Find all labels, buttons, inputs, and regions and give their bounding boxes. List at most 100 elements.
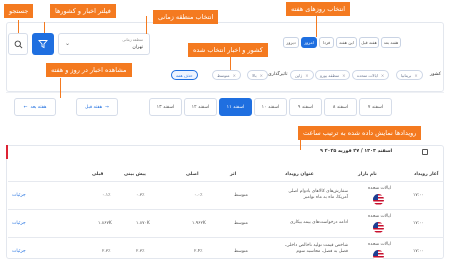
col-header-time: آغاز رویداد — [414, 172, 439, 177]
clear-all-button[interactable]: حذف همه — [171, 70, 198, 80]
event-market: ایالات متحده — [368, 186, 391, 191]
day-11-esfand[interactable]: ۱۱ اسفند — [219, 98, 252, 116]
callout-events-sorted: رویدادها نمایش داده شده به ترتیب ساعت — [298, 126, 422, 140]
importance-chip-medium[interactable]: متوسط × — [212, 70, 241, 80]
close-icon[interactable]: × — [381, 73, 384, 78]
table-row: ۱۷:۰۰ ایالات متحده سفارش‌های کالاهای باد… — [8, 181, 444, 209]
callout-search: جستجو — [4, 4, 34, 18]
us-flag-icon — [373, 194, 384, 205]
timezone-label: منطقه زمانی — [122, 37, 143, 42]
prev-week-label: هفته قبل — [85, 104, 103, 110]
search-button[interactable] — [8, 33, 28, 55]
col-header-title: عنوان رویداد — [285, 172, 314, 177]
chip-label: ژاپن — [295, 72, 303, 78]
callout-connector — [230, 56, 231, 70]
event-previous: ۱.۸۶۷K — [98, 221, 112, 226]
country-chip-eurozone[interactable]: منطقه یورو × — [315, 70, 351, 80]
event-impact: متوسط — [234, 193, 248, 198]
close-icon[interactable]: × — [305, 73, 308, 78]
col-header-impact: اثر — [230, 172, 237, 177]
event-market: ایالات متحده — [368, 242, 391, 247]
day-12-esfand[interactable]: ۱۲ اسفند — [184, 98, 217, 116]
col-header-forecast: پیش بینی — [124, 172, 146, 177]
chevron-down-icon: ⌄ — [65, 40, 71, 47]
close-icon[interactable]: × — [260, 73, 263, 78]
calendar-icon — [422, 149, 428, 155]
callout-connector — [18, 20, 19, 33]
table-row: ۱۷:۰۰ ایالات متحده شاخص قیمت تولید ناخال… — [8, 237, 444, 259]
details-link[interactable]: جزئیات — [12, 193, 26, 198]
country-filter-label: کشور — [430, 72, 441, 77]
event-title: شاخص قیمت تولید ناخالص داخلی، فصل به فصل… — [284, 243, 348, 254]
callout-connector — [316, 13, 317, 37]
chip-label: بالا — [252, 72, 257, 78]
event-actual: ۲.۴٪ — [194, 249, 203, 254]
next-week-label: هفته بعد — [30, 104, 47, 110]
callout-days-of-week: انتخاب روزهای هفته — [286, 2, 351, 16]
day-8-esfand[interactable]: ۸ اسفند — [324, 98, 357, 116]
event-impact: متوسط — [234, 221, 248, 226]
tab-yesterday[interactable]: دیروز — [283, 37, 299, 48]
day-7-esfand[interactable]: ۷ اسفند — [359, 98, 392, 116]
chip-label: حذف همه — [176, 72, 193, 78]
col-header-previous: قبلی — [92, 172, 104, 177]
event-title: ادامه درخواست‌های بیمه بیکاری — [290, 220, 348, 225]
tab-today[interactable]: امروز — [301, 37, 317, 48]
col-header-actual: اصلی — [186, 172, 199, 177]
next-week-button[interactable]: ← هفته بعد — [14, 98, 56, 116]
date-header: ۹ اسفند ۱۴۰۳ / ۲۷ فوریه ۲۰۲۵ — [320, 149, 393, 154]
details-link[interactable]: جزئیات — [12, 221, 26, 226]
timezone-value: تهران — [132, 45, 143, 50]
tab-this-week[interactable]: این هفته — [336, 37, 357, 48]
event-actual: ۰.۰٪ — [194, 193, 203, 198]
close-icon[interactable]: × — [233, 73, 236, 78]
callout-connector — [44, 22, 45, 33]
country-chip-uk[interactable]: بریتانیا × — [396, 70, 423, 80]
chip-label: ایالات متحده — [357, 72, 378, 78]
close-icon[interactable]: × — [414, 73, 417, 78]
timezone-select[interactable]: ⌄ منطقه زمانی تهران — [58, 33, 150, 55]
us-flag-icon — [373, 250, 384, 259]
callout-selected: کشور و اخبار انتخاب شده — [188, 43, 268, 57]
event-time: ۱۷:۰۰ — [413, 249, 424, 254]
day-9-esfand[interactable]: ۹ اسفند — [289, 98, 322, 116]
callout-view-news: مشاهده اخبار در روز و هفته — [46, 63, 132, 77]
event-impact: متوسط — [234, 249, 248, 254]
importance-chip-high[interactable]: بالا × — [247, 70, 268, 80]
day-13-esfand[interactable]: ۱۳ اسفند — [149, 98, 182, 116]
search-icon — [14, 40, 22, 48]
country-chip-us[interactable]: ایالات متحده × — [352, 70, 390, 80]
event-previous: ۲.۳٪ — [102, 249, 111, 254]
event-title: سفارش‌های کالاهای بادوام اصلی آمریکا، ما… — [288, 189, 348, 200]
us-flag-icon — [373, 222, 384, 233]
close-icon[interactable]: × — [342, 73, 345, 78]
table-row: ۱۷:۰۰ ایالات متحده ادامه درخواست‌های بیم… — [8, 209, 444, 237]
callout-connector — [146, 16, 147, 34]
country-chip-japan[interactable]: ژاپن × — [290, 70, 314, 80]
event-actual: ۱.۹۶۲K — [192, 221, 206, 226]
arrow-left-icon: ← — [23, 104, 28, 110]
callout-timezone: انتخاب منطقه زمانی — [153, 10, 219, 24]
tab-next-week[interactable]: هفته بعد — [381, 37, 401, 48]
tab-tomorrow[interactable]: فردا — [319, 37, 334, 48]
arrow-right-icon: → — [105, 104, 109, 110]
col-header-market: نام بازار — [358, 172, 377, 177]
prev-week-button[interactable]: هفته قبل → — [76, 98, 118, 116]
event-previous: ۰.۱٪ — [102, 193, 111, 198]
day-10-esfand[interactable]: ۱۰ اسفند — [254, 98, 287, 116]
filter-icon — [38, 40, 48, 49]
details-link[interactable]: جزئیات — [12, 249, 26, 254]
callout-filter: فیلتر اخبار و کشورها — [50, 4, 116, 18]
filter-button[interactable] — [32, 33, 54, 55]
event-time: ۱۷:۰۰ — [413, 193, 424, 198]
chip-label: بریتانیا — [401, 72, 412, 78]
importance-filter-label: تاثیرگذاری — [268, 72, 288, 77]
tab-last-week[interactable]: هفته قبل — [359, 37, 379, 48]
chip-label: منطقه یورو — [320, 72, 340, 78]
chip-label: متوسط — [217, 72, 230, 78]
event-forecast: ۲.۳٪ — [136, 249, 145, 254]
event-market: ایالات متحده — [368, 214, 391, 219]
callout-connector — [60, 78, 61, 98]
event-forecast: ۱.۸۷۰K — [136, 221, 150, 226]
event-time: ۱۷:۰۰ — [413, 221, 424, 226]
